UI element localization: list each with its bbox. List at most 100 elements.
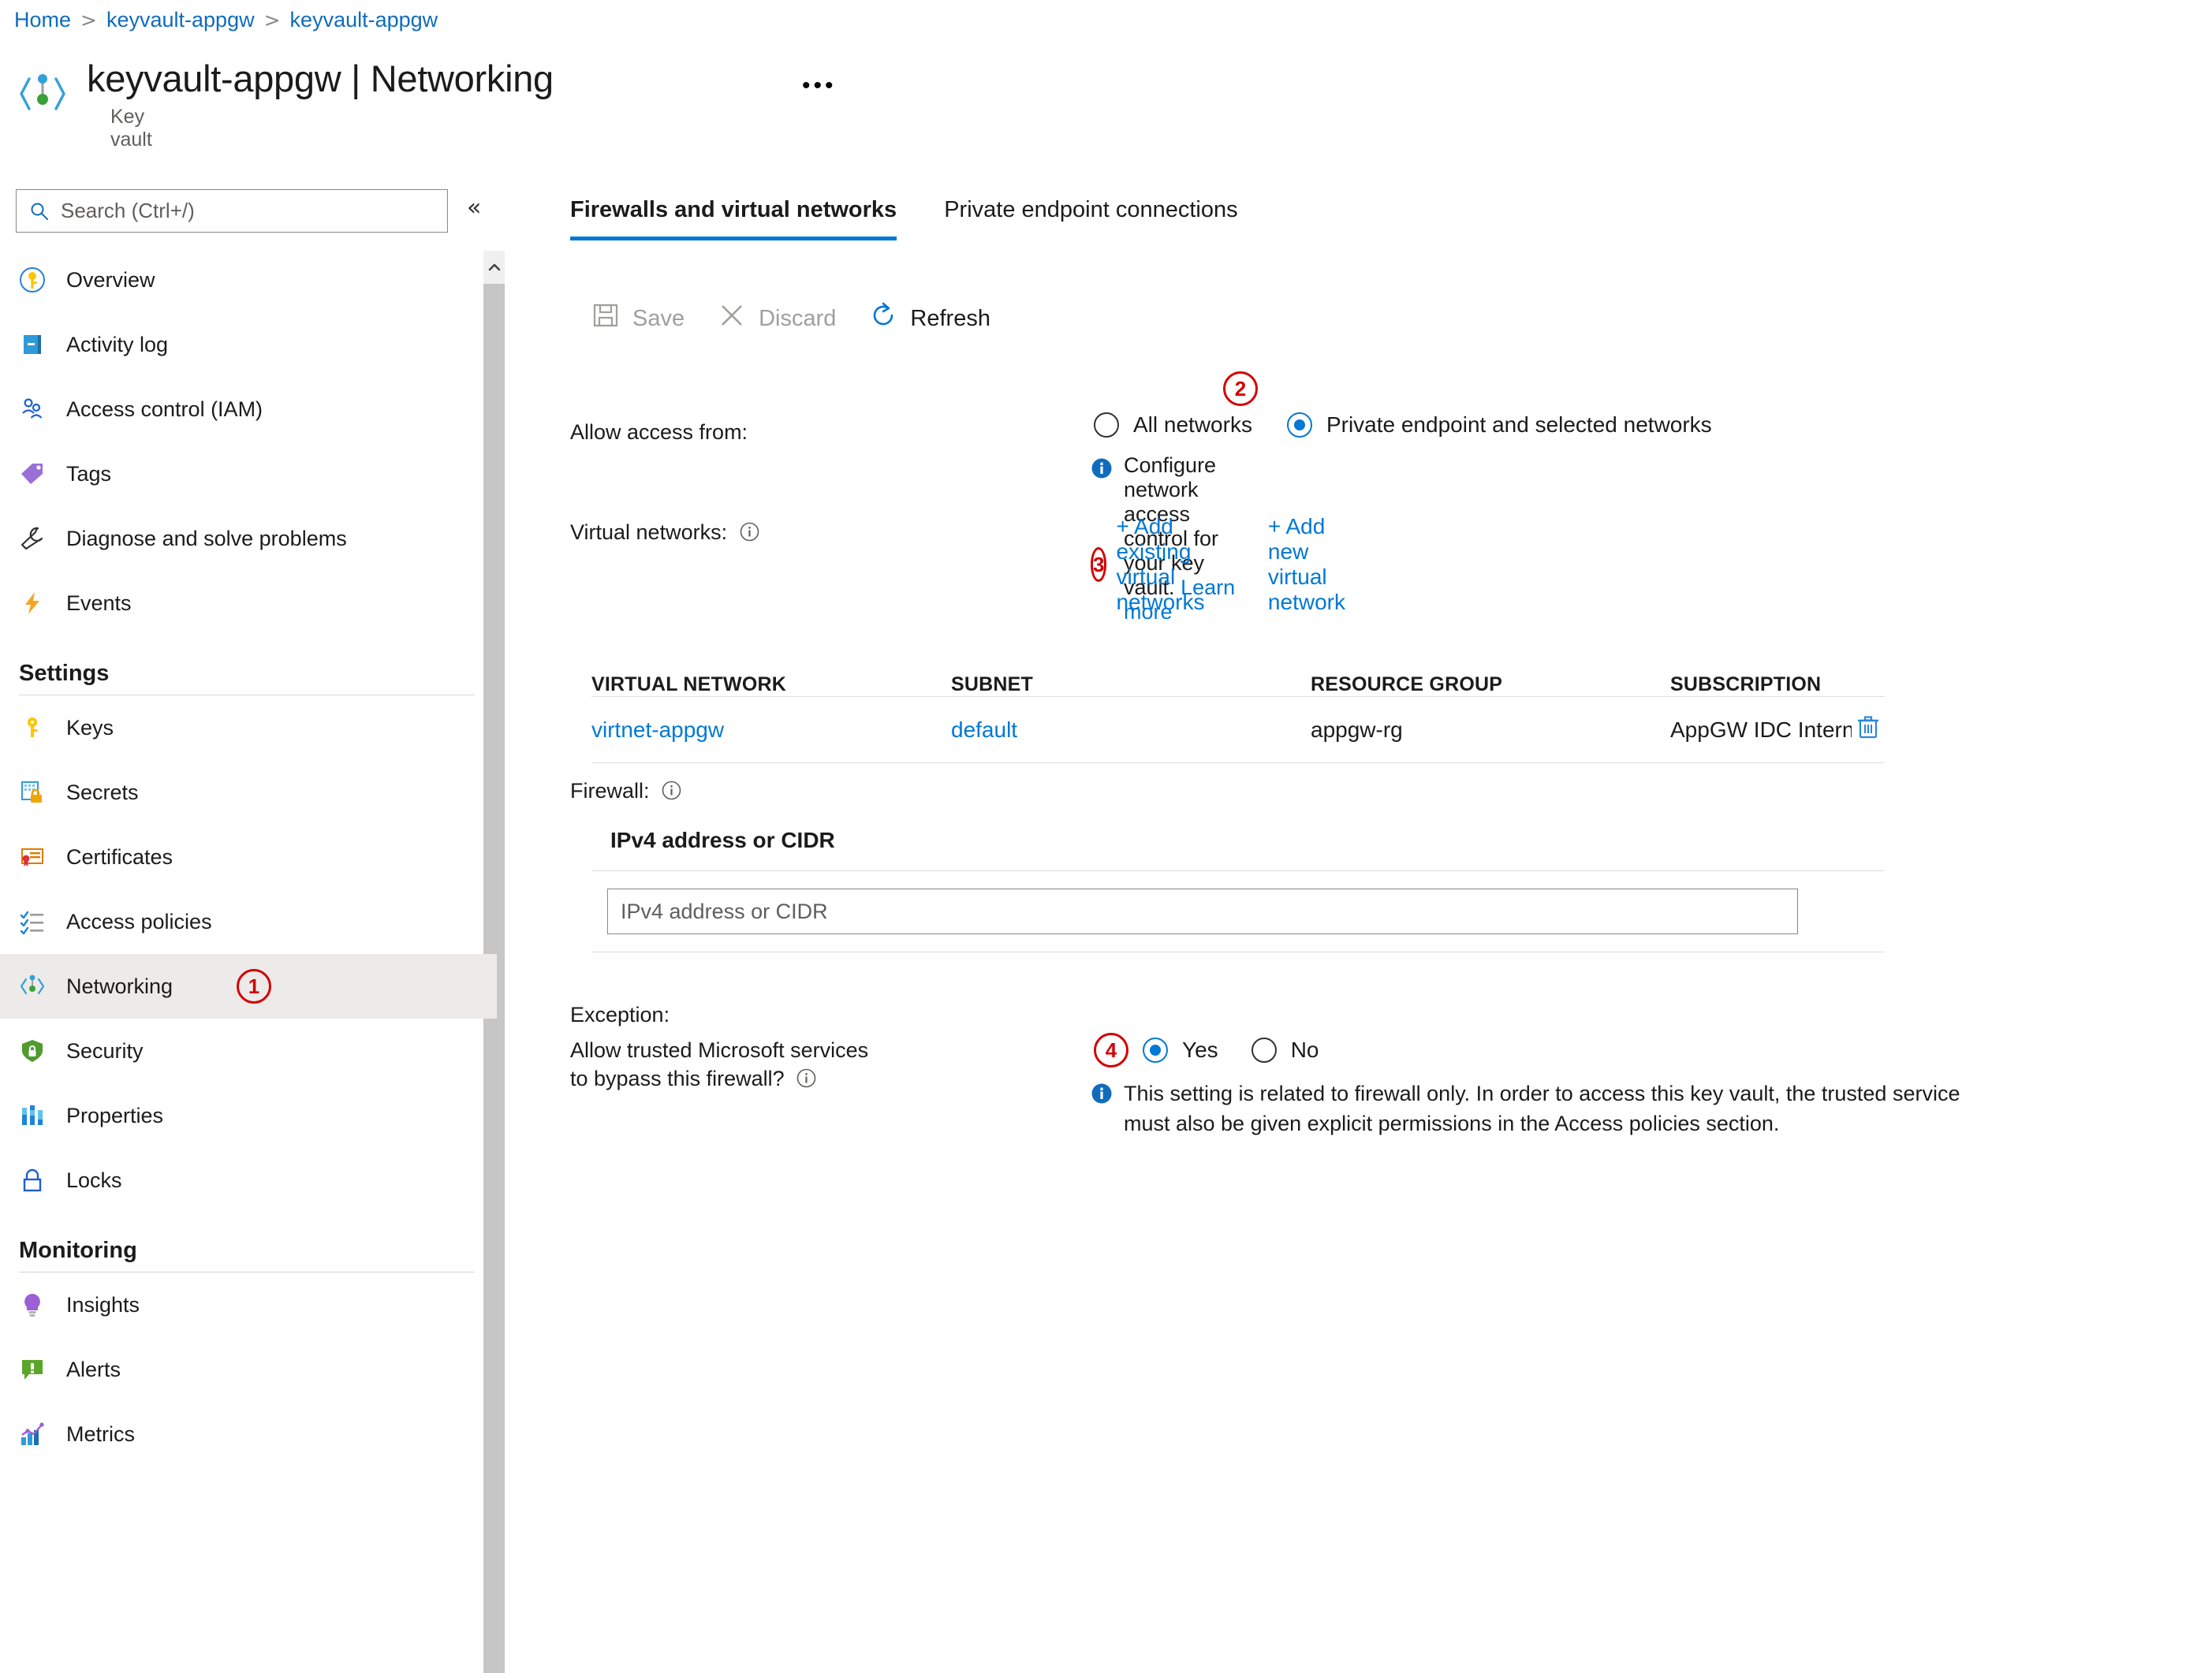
breadcrumb-separator-icon: > <box>263 9 281 32</box>
metrics-chart-icon <box>19 1421 46 1448</box>
radio-private-endpoint-label: Private endpoint and selected networks <box>1326 412 1712 437</box>
save-icon <box>591 301 620 336</box>
key-icon <box>19 714 46 741</box>
column-header-subscription: SUBSCRIPTION <box>1670 673 1822 695</box>
breadcrumb-separator-icon: > <box>80 9 97 32</box>
sidebar-item-metrics[interactable]: Metrics <box>0 1402 497 1466</box>
collapse-sidebar-icon[interactable]: « <box>467 194 481 222</box>
sidebar-item-events[interactable]: Events <box>0 571 497 635</box>
column-header-resource-group: RESOURCE GROUP <box>1311 673 1503 695</box>
sidebar-item-activity-log[interactable]: Activity log <box>0 312 497 377</box>
exception-info: This setting is related to firewall only… <box>1091 1079 2005 1139</box>
breadcrumb-item-keyvault-2[interactable]: keyvault-appgw <box>290 8 438 32</box>
checklist-icon <box>19 908 46 935</box>
sidebar-item-label: Tags <box>66 461 112 486</box>
discard-button[interactable]: Discard <box>718 301 836 336</box>
main-content: Firewalls and virtual networks Private e… <box>570 197 1960 1135</box>
info-tooltip-icon[interactable] <box>796 1068 816 1087</box>
sidebar-item-keys[interactable]: Keys <box>0 695 497 760</box>
add-existing-virtual-networks-link[interactable]: + Add existing virtual networks <box>1116 514 1215 615</box>
discard-x-icon <box>718 301 746 336</box>
sidebar-item-properties[interactable]: Properties <box>0 1083 497 1148</box>
add-new-virtual-network-link[interactable]: + Add new virtual network <box>1268 514 1352 615</box>
sidebar-nav: Overview Activity log Access control (IA… <box>0 248 497 1490</box>
sidebar-item-security[interactable]: Security <box>0 1019 497 1083</box>
cell-subnet[interactable]: default <box>951 717 1311 743</box>
info-tooltip-icon[interactable] <box>740 522 759 542</box>
wrench-icon <box>19 525 46 552</box>
sidebar-item-access-control[interactable]: Access control (IAM) <box>0 377 497 442</box>
firewall-card-header: IPv4 address or CIDR <box>591 828 1885 871</box>
annotation-badge-2: 2 <box>1223 371 1258 406</box>
refresh-icon <box>869 301 897 336</box>
sidebar-item-label: Keys <box>66 715 114 740</box>
padlock-icon <box>19 1167 46 1194</box>
radio-exception-no[interactable]: No <box>1251 1038 1319 1063</box>
radio-exception-yes-label: Yes <box>1182 1038 1218 1062</box>
sidebar-item-locks[interactable]: Locks <box>0 1148 497 1213</box>
key-circle-icon <box>19 266 46 293</box>
allow-access-radio-group: All networks Private endpoint and select… <box>1094 371 1712 438</box>
sidebar: « Overview <box>0 183 505 1673</box>
sidebar-item-label: Secrets <box>66 780 139 804</box>
cell-virtual-network[interactable]: virtnet-appgw <box>591 717 951 743</box>
radio-circle-icon <box>1251 1038 1277 1063</box>
tab-private-endpoint-connections[interactable]: Private endpoint connections <box>944 197 1237 240</box>
refresh-label: Refresh <box>910 305 990 331</box>
info-tooltip-icon[interactable] <box>662 781 681 800</box>
annotation-badge-3: 3 <box>1091 547 1107 582</box>
sidebar-item-diagnose[interactable]: Diagnose and solve problems <box>0 506 497 571</box>
breadcrumb-item-keyvault-1[interactable]: keyvault-appgw <box>106 8 255 32</box>
radio-all-networks[interactable]: All networks <box>1094 412 1252 438</box>
key-vault-icon <box>18 69 67 118</box>
command-toolbar: Save Discard Refresh <box>591 301 1024 336</box>
networking-icon <box>19 973 46 1000</box>
radio-circle-icon <box>1143 1038 1168 1063</box>
refresh-button[interactable]: Refresh <box>869 301 990 336</box>
sidebar-item-access-policies[interactable]: Access policies <box>0 889 497 954</box>
tab-firewalls-and-virtual-networks[interactable]: Firewalls and virtual networks <box>570 197 897 240</box>
sidebar-item-label: Overview <box>66 267 155 292</box>
trash-icon <box>1855 714 1882 746</box>
search-input[interactable] <box>59 198 422 224</box>
sidebar-item-label: Diagnose and solve problems <box>66 526 347 550</box>
info-icon <box>1091 1082 1113 1105</box>
sidebar-item-insights[interactable]: Insights <box>0 1272 497 1337</box>
annotation-badge-4: 4 <box>1094 1033 1128 1068</box>
sidebar-item-label: Access control (IAM) <box>66 397 263 421</box>
sidebar-item-tags[interactable]: Tags <box>0 442 497 506</box>
page-title: keyvault-appgw | Networking <box>87 58 554 99</box>
column-header-virtual-network: VIRTUAL NETWORK <box>591 673 786 695</box>
allow-access-label: Allow access from: <box>570 420 748 444</box>
annotation-badge-1: 1 <box>237 969 271 1004</box>
sidebar-item-label: Access policies <box>66 909 212 933</box>
alert-icon <box>19 1356 46 1383</box>
cell-subscription: AppGW IDC Internal Subscr... <box>1670 717 1852 742</box>
sidebar-item-secrets[interactable]: Secrets <box>0 760 497 825</box>
sidebar-item-networking[interactable]: Networking 1 <box>0 954 497 1019</box>
sidebar-item-certificates[interactable]: Certificates <box>0 825 497 889</box>
sidebar-item-label: Security <box>66 1038 144 1063</box>
table-row: virtnet-appgw default appgw-rg AppGW IDC… <box>591 697 1885 763</box>
tab-bar: Firewalls and virtual networks Private e… <box>570 197 1238 240</box>
radio-private-endpoint-selected-networks[interactable]: Private endpoint and selected networks <box>1286 412 1712 438</box>
sidebar-item-alerts[interactable]: Alerts <box>0 1337 497 1402</box>
radio-exception-yes[interactable]: Yes <box>1143 1038 1218 1063</box>
breadcrumb-item-home[interactable]: Home <box>14 8 71 32</box>
column-header-subnet: SUBNET <box>951 673 1033 695</box>
sidebar-item-label: Events <box>66 591 132 615</box>
sidebar-item-label: Properties <box>66 1103 164 1127</box>
lightning-icon <box>19 590 46 617</box>
more-options-icon[interactable]: ••• <box>802 74 837 98</box>
delete-row-button[interactable] <box>1852 714 1885 746</box>
radio-all-networks-label: All networks <box>1133 412 1252 437</box>
page-subtitle: Key vault <box>110 106 152 151</box>
search-box[interactable] <box>16 189 448 233</box>
sidebar-item-label: Certificates <box>66 844 173 869</box>
ipv4-address-input[interactable] <box>607 889 1798 934</box>
save-label: Save <box>632 305 685 331</box>
sidebar-item-overview[interactable]: Overview <box>0 248 497 312</box>
save-button[interactable]: Save <box>591 301 684 336</box>
search-icon <box>29 201 50 222</box>
radio-exception-no-label: No <box>1290 1038 1319 1062</box>
